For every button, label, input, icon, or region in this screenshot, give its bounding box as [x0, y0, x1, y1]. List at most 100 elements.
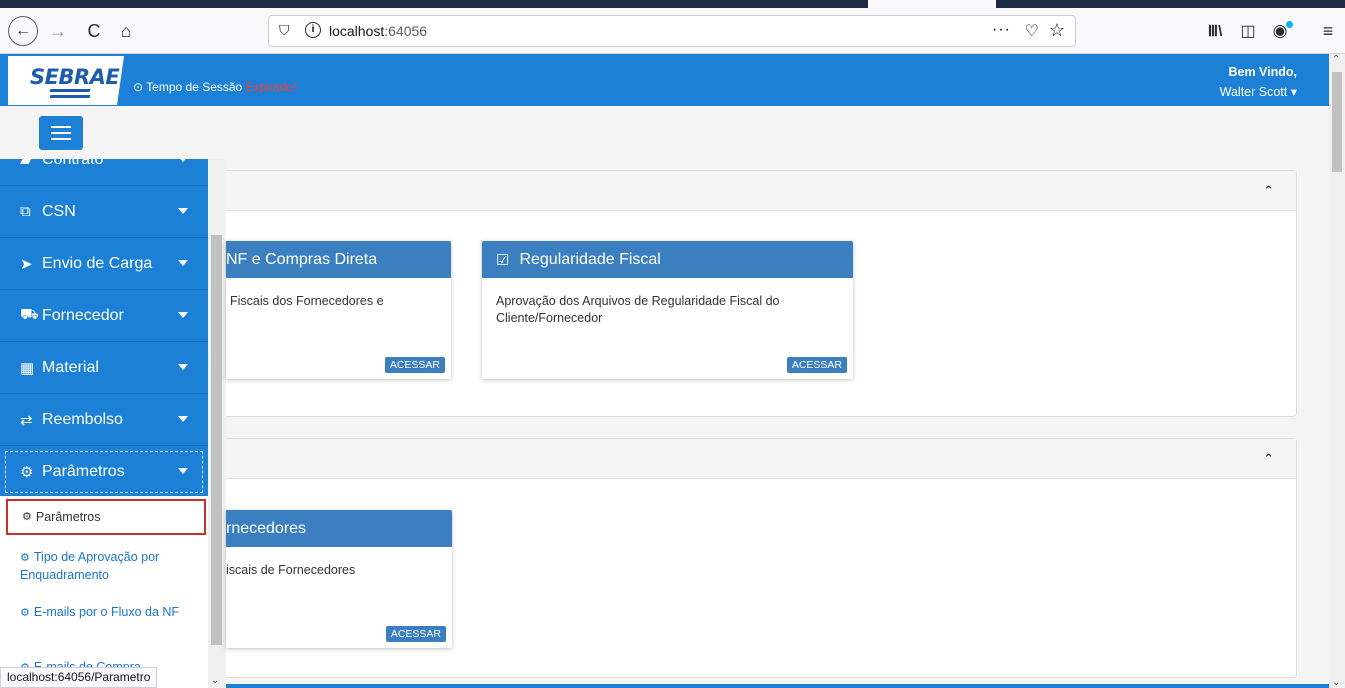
info-icon[interactable]: i: [305, 22, 321, 38]
url-host: localhost: [329, 23, 385, 39]
user-menu[interactable]: Bem Vindo, Walter Scott ▾: [1220, 62, 1297, 102]
sidebar-item-label: Contrato: [42, 159, 104, 168]
submenu-item-emails-fluxo-nf[interactable]: ⚙ E-mails por o Fluxo da NF: [6, 604, 206, 622]
sidebar-item-material[interactable]: ▦ Material: [0, 342, 208, 394]
card-regularidade-fiscal: ☑ Regularidade Fiscal Aprovação dos Arqui…: [482, 241, 853, 379]
card-title: rnecedores: [226, 510, 452, 547]
shield-icon[interactable]: ⛉: [279, 22, 290, 39]
back-arrow-icon: ←: [15, 22, 31, 39]
hamburger-menu-icon[interactable]: ≡: [1314, 16, 1342, 46]
welcome-text: Bem Vindo,: [1228, 65, 1297, 79]
panel-header: ⌃: [226, 171, 1296, 211]
footer-bar: [226, 684, 1329, 688]
panel-header: ⌃: [226, 439, 1296, 479]
cogs-icon: ⚙: [20, 463, 34, 481]
pocket-icon[interactable]: ♡: [1025, 21, 1039, 41]
app-header: SEBRAE ⊙ Tempo de Sessão Expirado! Bem V…: [0, 54, 1329, 106]
submenu-item-label: Parâmetros: [35, 509, 101, 524]
scroll-down-icon[interactable]: ⌄: [1332, 677, 1340, 688]
send-icon: ➤: [20, 255, 33, 273]
card-fornecedores: rnecedores iscais de Fornecedores ACESSA…: [226, 510, 452, 648]
building-icon: ▦: [20, 359, 35, 377]
gear-icon: ⚙: [20, 607, 30, 619]
forward-button[interactable]: →: [44, 16, 72, 46]
url-bar[interactable]: ⛉ i localhost:64056 ··· ♡ ☆: [268, 15, 1076, 47]
reload-icon: C: [87, 20, 101, 41]
submenu-item-tipo-aprovacao[interactable]: ⚙ Tipo de Aprovação por Enquadramento: [6, 549, 206, 584]
sidebar-toggle-icon[interactable]: ◫: [1234, 16, 1262, 46]
sidebar-scrollbar[interactable]: ⌄: [208, 159, 225, 688]
scroll-down-icon[interactable]: ⌄: [211, 675, 219, 686]
truck-icon: ⛟: [20, 306, 39, 323]
session-expired-label: Expirado!: [245, 80, 297, 94]
page-actions-icon[interactable]: ···: [992, 21, 1011, 39]
gear-icon: ⚙: [22, 510, 32, 523]
page-scrollbar[interactable]: ⌃ ⌄: [1329, 54, 1345, 688]
card-title: Regularidade Fiscal: [519, 250, 661, 268]
card-description: Aprovação dos Arquivos de Regularidade F…: [496, 294, 780, 325]
card-header: ☑ Regularidade Fiscal: [482, 241, 853, 278]
sidebar-toggle-button[interactable]: [39, 116, 83, 150]
copy-icon: ⧉: [20, 203, 31, 220]
sidebar-item-csn[interactable]: ⧉ CSN: [0, 186, 208, 238]
caret-down-icon: [178, 468, 188, 474]
acessar-button[interactable]: ACESSAR: [786, 357, 847, 373]
sidebar-item-reembolso[interactable]: ⇄ Reembolso: [0, 394, 208, 446]
browser-toolbar: ← → C ⌂ ⛉ i localhost:64056 ··· ♡ ☆ Ⅲ\ ◫…: [0, 8, 1345, 54]
card-nf-compras: NF e Compras Direta Fiscais dos Forneced…: [226, 241, 451, 379]
sidebar-scrollbar-thumb[interactable]: [211, 235, 222, 645]
scroll-up-icon[interactable]: ⌃: [1332, 54, 1340, 65]
sidebar-item-fornecedor[interactable]: ⛟ Fornecedor: [0, 290, 208, 342]
reload-button[interactable]: C: [80, 16, 108, 46]
user-name[interactable]: Walter Scott ▾: [1220, 82, 1297, 102]
caret-down-icon: [178, 312, 188, 318]
sidebar-item-label: Envio de Carga: [42, 254, 153, 272]
logo-bar: [49, 95, 91, 98]
check-square-icon: ☑: [496, 251, 510, 269]
home-icon: ⌂: [120, 20, 132, 41]
sidebar-item-parametros[interactable]: ⚙ Parâmetros: [0, 446, 208, 498]
back-button[interactable]: ←: [8, 16, 38, 46]
collapse-icon[interactable]: ⌃: [1263, 183, 1274, 199]
notification-dot: [1286, 21, 1293, 28]
submenu-item-label: E-mails por o Fluxo da NF: [33, 605, 180, 619]
url-text[interactable]: localhost:64056: [329, 23, 427, 39]
sidebar: ▰ Contrato ⧉ CSN ➤ Envio de Carga ⛟ Forneced…: [0, 159, 208, 688]
card-description: iscais de Fornecedores: [226, 563, 356, 577]
gear-icon: ⚙: [20, 552, 30, 564]
status-bar-url: localhost:64056/Parametro: [0, 667, 158, 688]
logo-bar: [49, 89, 91, 92]
sebrae-logo[interactable]: SEBRAE: [8, 56, 124, 105]
card-title: NF e Compras Direta: [226, 241, 451, 278]
bookmark-star-icon[interactable]: ☆: [1049, 20, 1065, 41]
url-port: :64056: [384, 23, 428, 39]
logo-text: SEBRAE: [30, 65, 120, 89]
library-icon[interactable]: Ⅲ\: [1200, 16, 1230, 46]
home-button[interactable]: ⌂: [112, 16, 140, 46]
card-description: Fiscais dos Fornecedores e: [230, 294, 384, 308]
acessar-button[interactable]: ACESSAR: [384, 357, 445, 373]
collapse-icon[interactable]: ⌃: [1263, 451, 1274, 467]
caret-down-icon: [178, 208, 188, 214]
forward-arrow-icon: →: [49, 20, 67, 41]
sidebar-item-label: Fornecedor: [42, 306, 124, 324]
sidebar-item-contrato[interactable]: ▰ Contrato: [0, 159, 208, 186]
acessar-button[interactable]: ACESSAR: [385, 626, 446, 642]
contract-icon: ▰: [20, 159, 32, 169]
tab-strip: [0, 0, 1345, 8]
caret-down-icon: [178, 364, 188, 370]
active-tab[interactable]: [868, 0, 996, 8]
caret-down-icon: [178, 260, 188, 266]
session-status: ⊙ Tempo de Sessão Expirado!: [133, 80, 296, 94]
exchange-icon: ⇄: [20, 411, 33, 429]
sidebar-item-label: Reembolso: [42, 410, 123, 428]
submenu-item-parametros[interactable]: ⚙ Parâmetros: [6, 499, 206, 535]
caret-down-icon: [178, 416, 188, 422]
sidebar-item-label: Material: [42, 358, 99, 376]
page-scrollbar-thumb[interactable]: [1332, 72, 1342, 172]
sidebar-item-label: CSN: [42, 202, 76, 220]
sidebar-item-envio-de-carga[interactable]: ➤ Envio de Carga: [0, 238, 208, 290]
sub-header: [0, 106, 1329, 159]
submenu-item-label: Tipo de Aprovação por Enquadramento: [20, 550, 160, 582]
sidebar-item-label: Parâmetros: [42, 462, 125, 480]
